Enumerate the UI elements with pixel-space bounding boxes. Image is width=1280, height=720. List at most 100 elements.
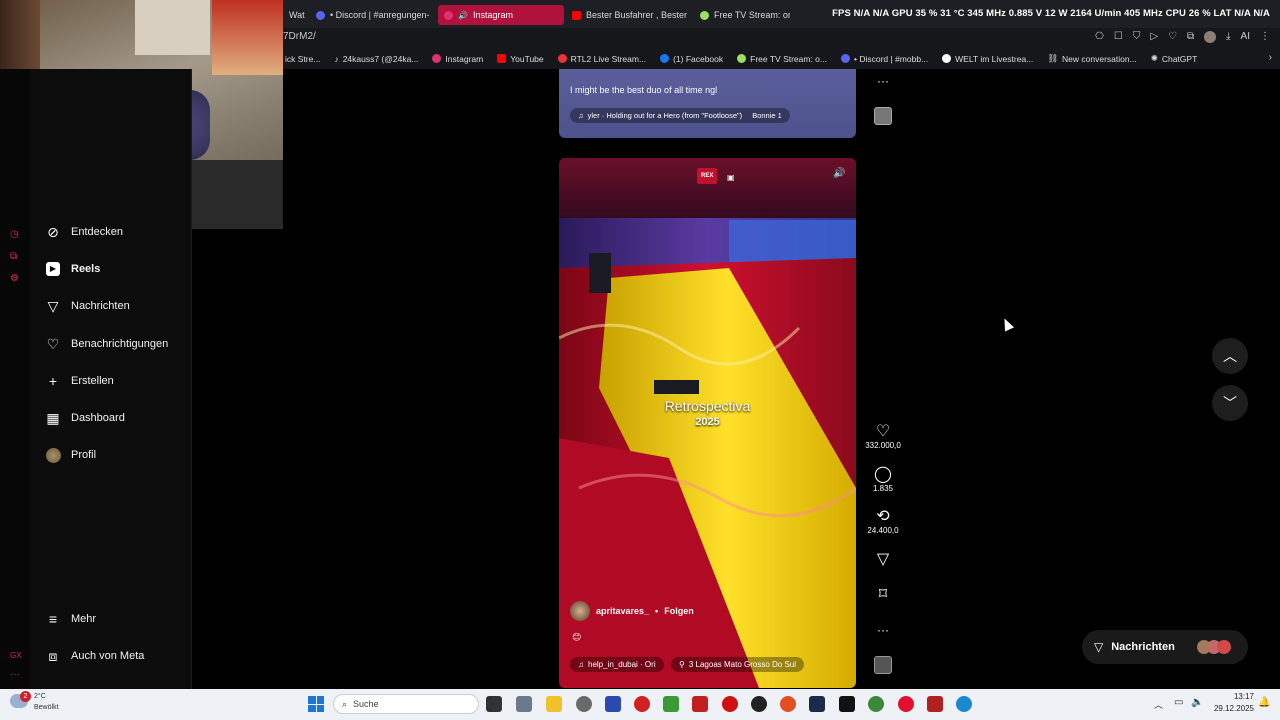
rex-badge[interactable]: REX <box>697 168 718 184</box>
previous-reel[interactable]: I might be the best duo of all time ngl … <box>559 69 856 138</box>
download-icon[interactable]: ⤓ <box>1226 31 1230 43</box>
bookmark-item[interactable]: ick Stre... <box>285 54 320 64</box>
bookmark-item[interactable]: ♪ 24kauss7 (@24ka... <box>334 54 418 64</box>
chatgpt-icon: ✺ <box>1150 53 1158 63</box>
firefox-icon[interactable] <box>780 696 796 712</box>
puzzle-icon[interactable]: ⧉ <box>10 251 17 262</box>
tab-label: Bester Busfahrer , Bester <box>586 10 688 20</box>
red-app-icon[interactable] <box>634 696 650 712</box>
more-icon[interactable]: ··· <box>10 669 20 680</box>
menu-icon[interactable]: ⋮ <box>1260 31 1270 43</box>
stream-app-icon-2[interactable] <box>927 696 943 712</box>
url-text[interactable]: 7DrM2/ <box>283 31 316 42</box>
messages-button[interactable]: ▽ Nachrichten <box>1082 630 1248 664</box>
bookmark-item[interactable]: Free TV Stream: o... <box>737 54 827 64</box>
comment-button[interactable]: ◯ 1.835 <box>864 466 902 493</box>
bookmark-item[interactable]: YouTube <box>497 54 544 64</box>
calculator-icon[interactable] <box>516 696 532 712</box>
square-icon[interactable]: ☐ <box>1114 31 1123 43</box>
epic-icon[interactable] <box>839 696 855 712</box>
bookmark-item[interactable]: • Discord | #mobb... <box>841 54 928 64</box>
audio-thumbnail[interactable] <box>874 656 892 674</box>
chevron-right-icon[interactable]: › <box>1269 52 1272 63</box>
extensions-icon[interactable]: ⧉ <box>1187 31 1194 43</box>
notification-bell-icon[interactable]: 🔔 <box>1258 697 1270 708</box>
obs-icon[interactable] <box>751 696 767 712</box>
v-app-icon[interactable] <box>605 696 621 712</box>
shield-icon[interactable]: ⛉ <box>1133 31 1141 43</box>
audio-thumbnail[interactable] <box>874 107 892 125</box>
bookmark-item[interactable]: ⛓ New conversation... <box>1047 53 1136 64</box>
tab-freetv[interactable]: Free TV Stream: online <box>694 5 790 25</box>
tab-label: • Discord | #anregungen- <box>330 10 430 20</box>
sidebar-item-label: Entdecken <box>71 226 123 238</box>
tab-youtube[interactable]: Bester Busfahrer , Bester <box>566 5 690 25</box>
bookmark-item[interactable]: ✺ ChatGPT <box>1151 53 1198 64</box>
ai-icon[interactable]: AI <box>1241 31 1250 43</box>
camera-icon[interactable]: ▣ <box>727 173 735 182</box>
bookmark-item[interactable]: WELT im Livestrea... <box>942 54 1033 64</box>
chevron-up-icon[interactable]: ︿ <box>1154 698 1163 711</box>
mouse-app-icon[interactable] <box>576 696 592 712</box>
opera-gx-icon[interactable] <box>898 696 914 712</box>
search-box[interactable]: ⌕ Suche <box>333 694 479 714</box>
sidebar-item-mehr[interactable]: ≡ Mehr <box>45 611 96 627</box>
tab-label: Instagram <box>472 10 513 20</box>
volume-icon[interactable]: 🔊 <box>833 168 845 179</box>
clock-date[interactable]: 29.12.2025 <box>1204 704 1254 713</box>
username-link[interactable]: apritavares_ <box>596 606 649 616</box>
play-icon[interactable]: ▷ <box>1150 31 1158 43</box>
display-icon[interactable]: ▭ <box>1174 697 1183 708</box>
next-reel-button[interactable]: ﹀ <box>1212 385 1248 421</box>
clock-icon[interactable]: ◷ <box>10 229 19 240</box>
poster <box>135 0 210 55</box>
bookmark-item[interactable]: RTL2 Live Stream... <box>557 54 646 64</box>
location-pill[interactable]: ⚲ 3 Lagoas Mato Grosso Do Sul <box>671 657 805 672</box>
rtl2-icon <box>557 54 567 63</box>
more-options-button[interactable]: ··· <box>864 621 902 639</box>
bookmark-item[interactable]: (1) Facebook <box>660 54 723 64</box>
sidebar-item-benachrichtigungen[interactable]: ♡ Benachrichtigungen <box>45 336 169 352</box>
emoji-icon: 😊 <box>572 632 582 642</box>
heart-icon[interactable]: ♡ <box>1168 31 1177 43</box>
taskview-icon[interactable] <box>486 696 502 712</box>
bookmark-item[interactable]: Instagram <box>432 54 483 64</box>
sidebar-item-profil[interactable]: Profil <box>45 447 96 463</box>
save-button[interactable]: ⌑ <box>864 586 902 604</box>
stream-app-icon[interactable] <box>692 696 708 712</box>
audio-pill[interactable]: ♫ help_in_dubai · Ori <box>570 657 664 672</box>
clock-time[interactable]: 13:17 <box>1210 692 1254 701</box>
chrome-icon[interactable] <box>868 696 884 712</box>
explorer-icon[interactable] <box>546 696 562 712</box>
sidebar-item-nachrichten[interactable]: ▽ Nachrichten <box>45 298 130 314</box>
like-button[interactable]: ♡ 332.000,0 <box>864 423 902 450</box>
audio-pill[interactable]: ♫ yler · Holding out for a Hero (from "Fo… <box>570 108 790 123</box>
sidebar-item-reels[interactable]: ▶ Reels <box>45 261 100 277</box>
sidebar-item-entdecken[interactable]: ⊘ Entdecken <box>45 224 123 240</box>
more-options-icon[interactable]: ··· <box>877 74 889 88</box>
avatar[interactable] <box>570 601 590 621</box>
tab-wat[interactable]: Wat <box>283 5 311 25</box>
poster <box>212 0 283 75</box>
avatar[interactable] <box>1204 31 1217 43</box>
tab-instagram[interactable]: 🔊 Instagram <box>438 5 564 25</box>
sidebar-item-dashboard[interactable]: ▦ Dashboard <box>45 410 124 426</box>
game-icon[interactable] <box>663 696 679 712</box>
gx-icon[interactable]: GX <box>10 651 22 660</box>
gear-icon[interactable]: ⚙ <box>10 273 19 284</box>
opera-icon[interactable] <box>722 696 738 712</box>
steam-icon[interactable] <box>809 696 825 712</box>
bookmark-icon[interactable]: ⎔ <box>1095 31 1104 43</box>
windows-start-icon[interactable] <box>308 696 324 712</box>
share-button[interactable]: ▽ <box>864 551 902 569</box>
volume-icon[interactable]: 🔈 <box>1191 697 1203 708</box>
tab-discord[interactable]: • Discord | #anregungen- <box>310 5 434 25</box>
reel-video[interactable]: REX ▣ 🔊 Retrospectiva 2025 apritavares_ … <box>559 158 856 688</box>
tab-label: Wat <box>289 10 305 20</box>
sidebar-item-meta[interactable]: ⧈ Auch von Meta <box>45 648 145 664</box>
sidebar-item-erstellen[interactable]: + Erstellen <box>45 373 114 389</box>
previous-reel-button[interactable]: ︿ <box>1212 338 1248 374</box>
edge-icon[interactable] <box>956 696 972 712</box>
repost-button[interactable]: ⟲ 24.400,0 <box>864 508 902 535</box>
follow-button[interactable]: Folgen <box>664 606 694 616</box>
